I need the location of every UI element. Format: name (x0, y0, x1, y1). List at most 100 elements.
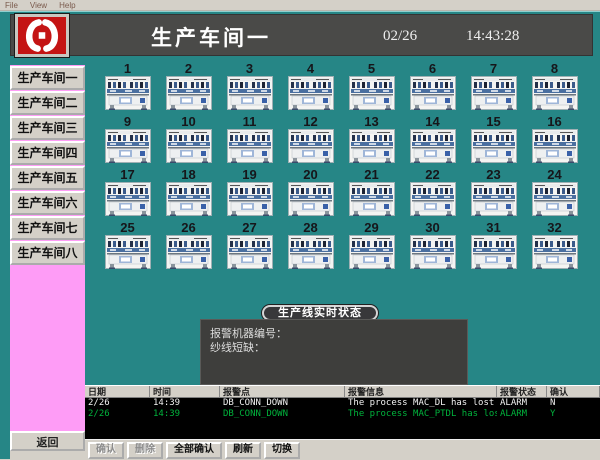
machine-cell-12[interactable]: 12 (280, 114, 341, 167)
knitting-machine-icon (532, 76, 578, 110)
machine-cell-23[interactable]: 23 (463, 167, 524, 220)
machine-cell-31[interactable]: 31 (463, 220, 524, 273)
machine-cell-22[interactable]: 22 (402, 167, 463, 220)
machine-cell-8[interactable]: 8 (524, 61, 585, 114)
knitting-machine-icon (288, 182, 334, 216)
machine-cell-2[interactable]: 2 (158, 61, 219, 114)
alarm-cell-ack: N (547, 398, 600, 409)
alarm-cell-ack: Y (547, 409, 600, 420)
machine-cell-18[interactable]: 18 (158, 167, 219, 220)
sidebar-item-workshop-3[interactable]: 生产车间三 (10, 116, 85, 140)
machine-cell-11[interactable]: 11 (219, 114, 280, 167)
machine-number: 15 (463, 114, 524, 129)
toolbar-button-切换[interactable]: 切换 (264, 442, 300, 459)
toolbar-button-确认: 确认 (88, 442, 124, 459)
menu-help[interactable]: Help (59, 1, 75, 10)
machine-cell-28[interactable]: 28 (280, 220, 341, 273)
sidebar-item-workshop-8[interactable]: 生产车间八 (10, 241, 85, 265)
sidebar-item-workshop-2[interactable]: 生产车间二 (10, 91, 85, 115)
machine-number: 5 (341, 61, 402, 76)
knitting-machine-icon (471, 76, 517, 110)
alarm-table-body[interactable]: 2/2614:39DB_CONN_DOWNThe process MAC_DL … (85, 398, 600, 439)
machine-cell-10[interactable]: 10 (158, 114, 219, 167)
machine-cell-30[interactable]: 30 (402, 220, 463, 273)
machine-number: 20 (280, 167, 341, 182)
machine-number: 26 (158, 220, 219, 235)
machine-number: 30 (402, 220, 463, 235)
machine-cell-17[interactable]: 17 (97, 167, 158, 220)
alarm-row[interactable]: 2/2614:39DB_CONN_DOWNThe process MAC_DL … (85, 398, 600, 409)
knitting-machine-icon (105, 76, 151, 110)
machine-cell-15[interactable]: 15 (463, 114, 524, 167)
knitting-machine-icon (288, 129, 334, 163)
machine-cell-6[interactable]: 6 (402, 61, 463, 114)
return-button[interactable]: 返回 (10, 431, 85, 451)
alarm-cell-point: DB_CONN_DOWN (220, 398, 345, 409)
menu-bar: File View Help (0, 0, 600, 11)
page-title: 生产车间一 (151, 22, 271, 52)
alarm-cell-status: ALARM (497, 409, 547, 420)
alarm-cell-date: 2/26 (85, 398, 150, 409)
machine-cell-19[interactable]: 19 (219, 167, 280, 220)
knitting-machine-icon (410, 129, 456, 163)
machine-cell-5[interactable]: 5 (341, 61, 402, 114)
knitting-machine-icon (532, 235, 578, 269)
machine-cell-14[interactable]: 14 (402, 114, 463, 167)
machine-number: 24 (524, 167, 585, 182)
machine-cell-32[interactable]: 32 (524, 220, 585, 273)
machine-number: 29 (341, 220, 402, 235)
knitting-machine-icon (532, 129, 578, 163)
column-header-time: 时间 (150, 386, 220, 397)
sidebar-item-workshop-5[interactable]: 生产车间五 (10, 166, 85, 190)
date-display: 02/26 (383, 28, 417, 45)
machine-cell-16[interactable]: 16 (524, 114, 585, 167)
knitting-machine-icon (227, 182, 273, 216)
column-header-message: 报警信息 (345, 386, 497, 397)
machine-cell-21[interactable]: 21 (341, 167, 402, 220)
knitting-machine-icon (349, 76, 395, 110)
column-header-date: 日期 (85, 386, 150, 397)
machine-number: 16 (524, 114, 585, 129)
alarm-cell-message: The process MAC_DL has lost its d... (345, 398, 497, 409)
knitting-machine-icon (105, 129, 151, 163)
machine-cell-3[interactable]: 3 (219, 61, 280, 114)
machine-cell-20[interactable]: 20 (280, 167, 341, 220)
alarm-cell-time: 14:39 (150, 398, 220, 409)
machine-cell-1[interactable]: 1 (97, 61, 158, 114)
machine-number: 22 (402, 167, 463, 182)
toolbar-button-刷新[interactable]: 刷新 (225, 442, 261, 459)
machine-number: 6 (402, 61, 463, 76)
machine-cell-9[interactable]: 9 (97, 114, 158, 167)
machine-cell-27[interactable]: 27 (219, 220, 280, 273)
machine-cell-26[interactable]: 26 (158, 220, 219, 273)
machine-number: 32 (524, 220, 585, 235)
machine-cell-25[interactable]: 25 (97, 220, 158, 273)
machine-cell-24[interactable]: 24 (524, 167, 585, 220)
sidebar-item-workshop-7[interactable]: 生产车间七 (10, 216, 85, 240)
sidebar-item-workshop-1[interactable]: 生产车间一 (10, 66, 85, 90)
machine-number: 1 (97, 61, 158, 76)
machine-number: 27 (219, 220, 280, 235)
menu-file[interactable]: File (5, 1, 18, 10)
machine-number: 7 (463, 61, 524, 76)
sidebar-item-workshop-6[interactable]: 生产车间六 (10, 191, 85, 215)
machine-cell-13[interactable]: 13 (341, 114, 402, 167)
sidebar-item-workshop-4[interactable]: 生产车间四 (10, 141, 85, 165)
machine-number: 9 (97, 114, 158, 129)
toolbar-button-全部确认[interactable]: 全部确认 (166, 442, 222, 459)
knitting-machine-icon (471, 235, 517, 269)
menu-view[interactable]: View (30, 1, 47, 10)
alarm-machine-number-label: 报警机器编号： (210, 327, 467, 341)
machine-number: 23 (463, 167, 524, 182)
machine-number: 25 (97, 220, 158, 235)
knitting-machine-icon (105, 235, 151, 269)
machine-cell-29[interactable]: 29 (341, 220, 402, 273)
machine-cell-7[interactable]: 7 (463, 61, 524, 114)
machine-cell-4[interactable]: 4 (280, 61, 341, 114)
brand-h-icon (18, 17, 66, 54)
alarm-row[interactable]: 2/2614:39DB_CONN_DOWNThe process MAC_PTD… (85, 409, 600, 420)
alarm-cell-date: 2/26 (85, 409, 150, 420)
machine-number: 12 (280, 114, 341, 129)
header-bar: 生产车间一 02/26 14:43:28 (10, 14, 593, 56)
machine-number: 28 (280, 220, 341, 235)
